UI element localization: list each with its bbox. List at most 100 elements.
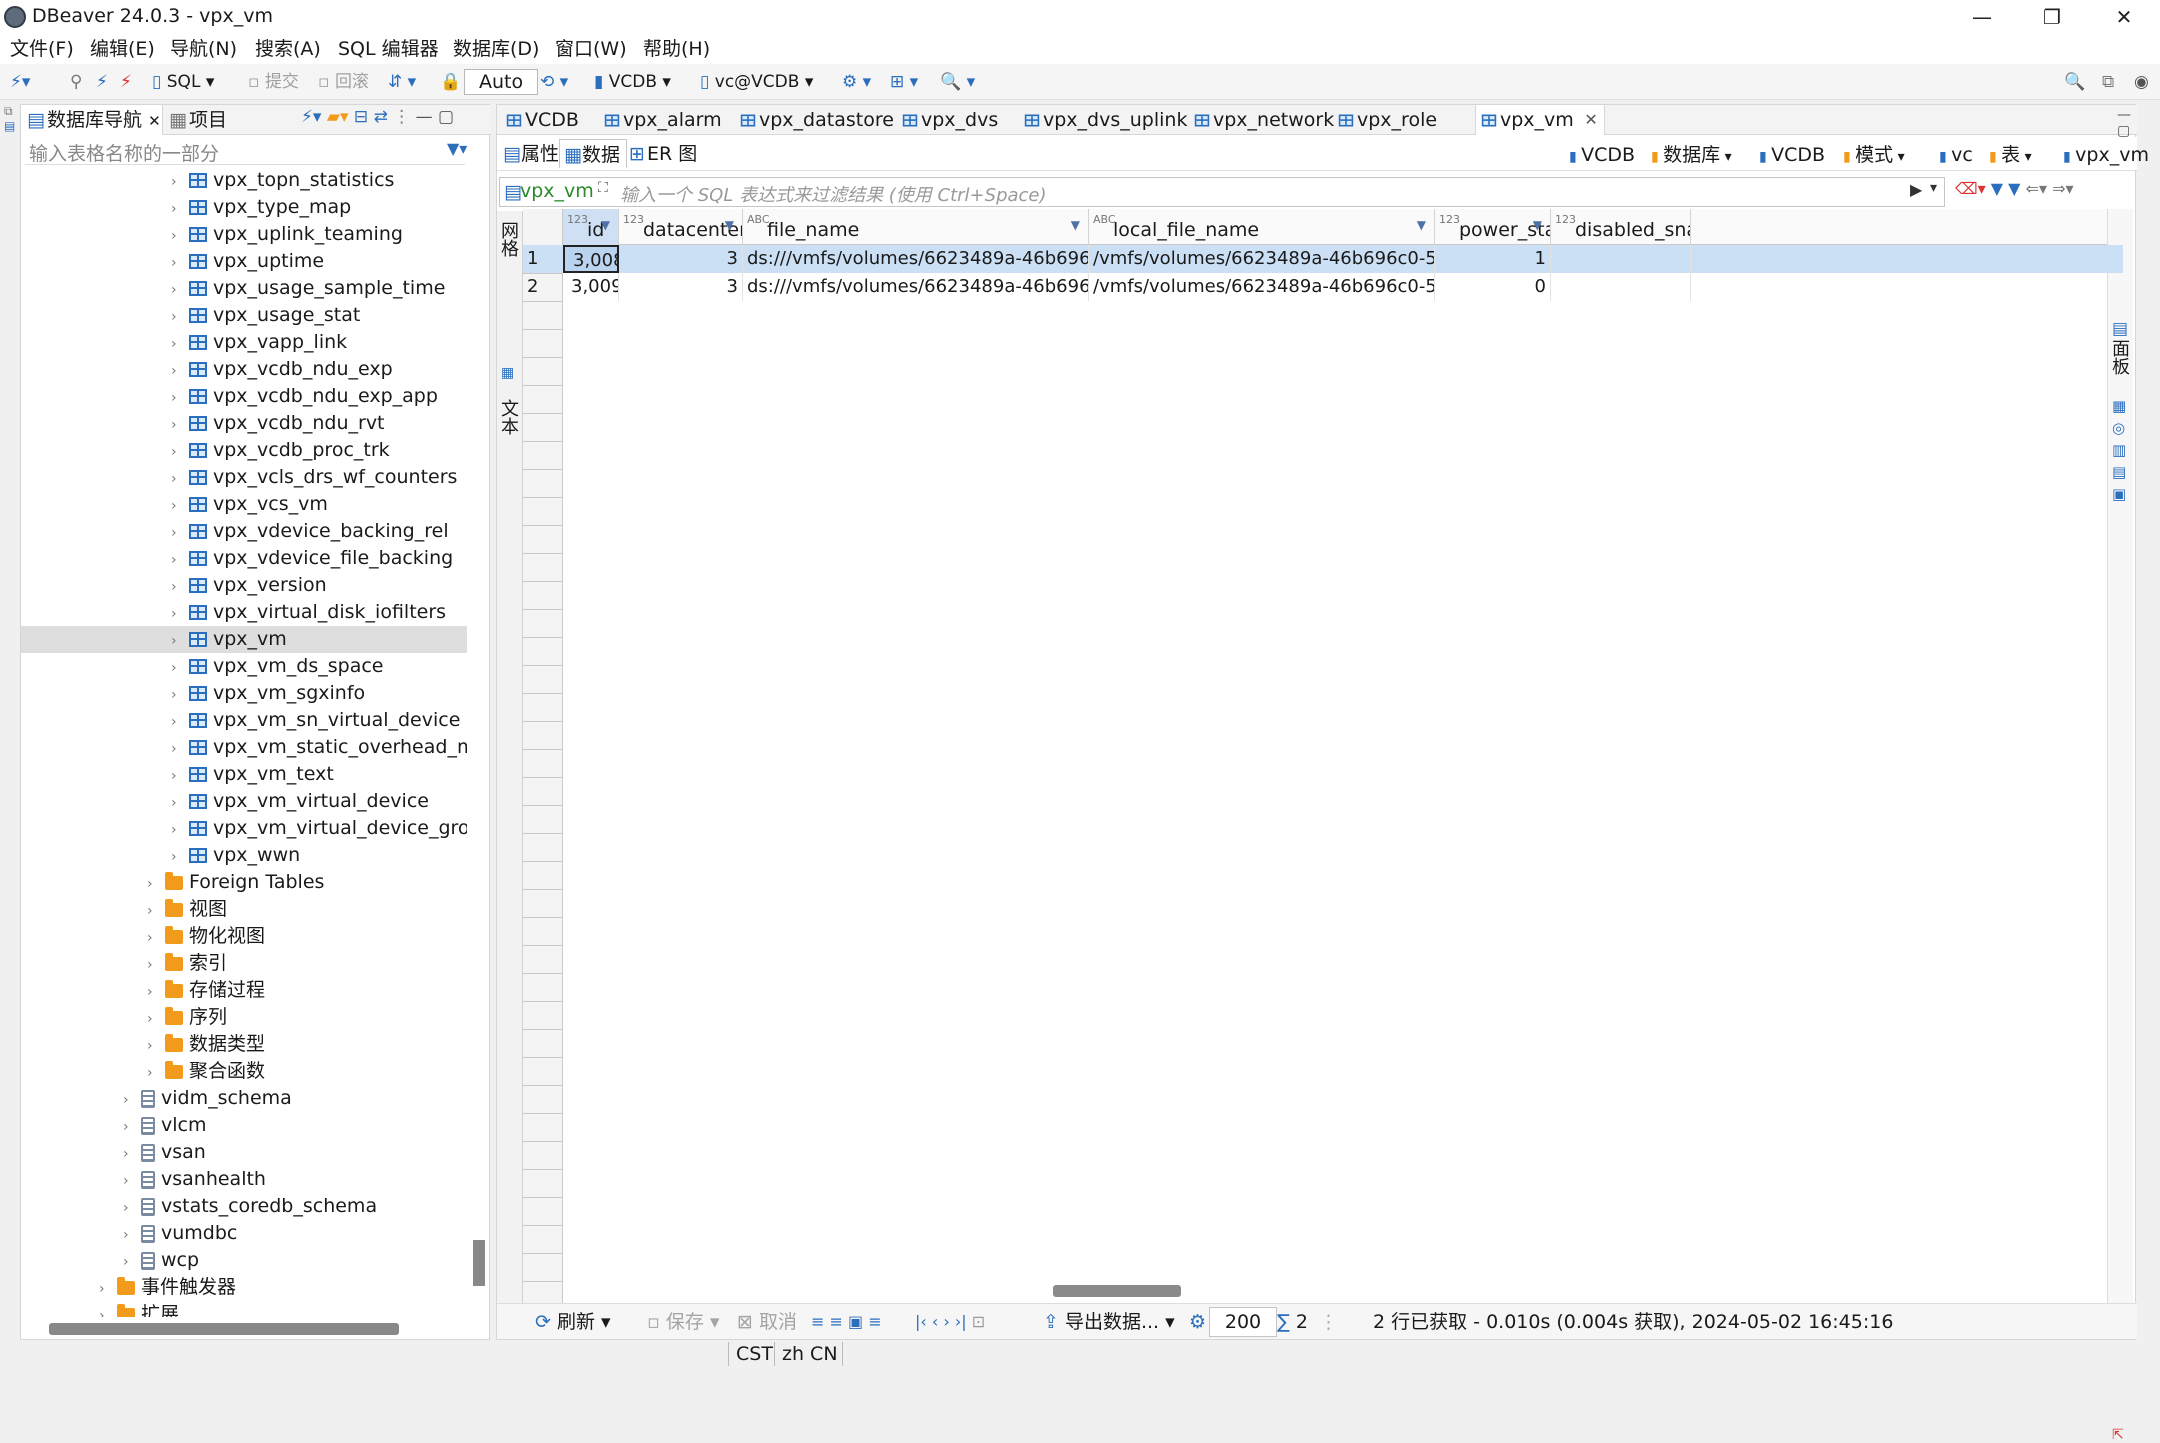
tab-projects[interactable]: ▦ 项目	[163, 105, 263, 135]
tree-schema-item[interactable]: › vsanhealth	[21, 1166, 467, 1193]
collapse-all-icon[interactable]: ⊟	[354, 107, 368, 127]
column-header[interactable]: ABC local_file_name ▼	[1089, 209, 1435, 245]
close-tab-icon[interactable]: ✕	[148, 112, 161, 130]
tree-table-item[interactable]: › vpx_vcls_drs_wf_counters	[21, 464, 467, 491]
tree-table-item[interactable]: › vpx_vcdb_proc_trk	[21, 437, 467, 464]
tree-schema-item[interactable]: › vidm_schema	[21, 1085, 467, 1112]
tree-folder-item[interactable]: › 物化视图	[21, 923, 467, 950]
table-cell-disabled-snapshot[interactable]	[1551, 245, 1691, 273]
subtab-er-diagram[interactable]: ⊞ ER 图	[625, 139, 703, 169]
expand-chevron-icon[interactable]: ›	[171, 277, 181, 304]
tree-table-item[interactable]: › vpx_vcdb_ndu_exp_app	[21, 383, 467, 410]
sort-filter-icon[interactable]: ▼	[1533, 209, 1542, 241]
new-folder-icon[interactable]: ▰▾	[327, 107, 349, 127]
tree-table-item[interactable]: › vpx_vdevice_backing_rel	[21, 518, 467, 545]
tree-table-item[interactable]: › vpx_vdevice_file_backing	[21, 545, 467, 572]
references-panel-icon[interactable]: ▥	[2112, 439, 2126, 461]
tree-schema-item[interactable]: › vlcm	[21, 1112, 467, 1139]
editor-tab[interactable]: VCDB	[501, 105, 579, 135]
menu-navigate[interactable]: 导航(N)	[170, 34, 237, 64]
tab-database-navigator[interactable]: ▤ 数据库导航 ✕	[21, 105, 163, 135]
close-button[interactable]: ✕	[2090, 0, 2158, 34]
maximize-button[interactable]: ❐	[2018, 0, 2086, 34]
tree-table-item[interactable]: › vpx_vm	[21, 626, 467, 653]
tree-folder-item[interactable]: › 视图	[21, 896, 467, 923]
tree-folder-item[interactable]: › 索引	[21, 950, 467, 977]
tree-folder-item[interactable]: › 聚合函数	[21, 1058, 467, 1085]
table-cell-file-name[interactable]: ds:///vmfs/volumes/6623489a-46b696c0-5a9…	[743, 245, 1089, 273]
navigator-mini-icon[interactable]: ▤	[0, 119, 20, 133]
tree-folder-item[interactable]: › 序列	[21, 1004, 467, 1031]
grouping-panel-icon[interactable]: ▣	[2112, 483, 2126, 505]
erase-filter-icon[interactable]: ⌫▾	[1955, 179, 1986, 198]
minimize-panel-icon[interactable]: —	[416, 107, 433, 127]
expand-chevron-icon[interactable]: ›	[123, 1222, 133, 1249]
tree-table-item[interactable]: › vpx_virtual_disk_iofilters	[21, 599, 467, 626]
commit-button[interactable]: ▫ 提交	[248, 70, 299, 94]
expand-chevron-icon[interactable]: ›	[171, 358, 181, 385]
tree-table-item[interactable]: › vpx_vcs_vm	[21, 491, 467, 518]
editor-tab[interactable]: vpx_dvs	[897, 105, 998, 135]
breadcrumb-item[interactable]: ▮ 模式 ▾	[1843, 141, 1905, 169]
column-header[interactable]: 123power_state▼	[1435, 209, 1551, 245]
expand-chevron-icon[interactable]: ›	[147, 925, 157, 952]
apply-filter-icon[interactable]: ▶	[1910, 180, 1922, 199]
forward-icon[interactable]: ⇒▾	[2052, 179, 2073, 198]
breadcrumb-dropdown-icon[interactable]: ▾	[1893, 149, 1905, 165]
tree-table-item[interactable]: › vpx_vcdb_ndu_exp	[21, 356, 467, 383]
expand-chevron-icon[interactable]: ›	[171, 493, 181, 520]
expand-chevron-icon[interactable]: ›	[171, 844, 181, 871]
expand-chevron-icon[interactable]: ›	[171, 763, 181, 790]
expand-chevron-icon[interactable]: ›	[147, 1006, 157, 1033]
column-header[interactable]: ABC file_name ▼	[743, 209, 1089, 245]
rollback-button[interactable]: ▫ 回滚	[318, 70, 369, 94]
tree-table-item[interactable]: › vpx_uplink_teaming	[21, 221, 467, 248]
expand-chevron-icon[interactable]: ›	[171, 304, 181, 331]
table-cell-id[interactable]: 3,008 ↗	[563, 245, 619, 273]
expand-chevron-icon[interactable]: ›	[171, 223, 181, 250]
row-number[interactable]: 1	[523, 245, 563, 273]
sort-filter-icon[interactable]: ▼	[725, 209, 734, 241]
new-connection-icon[interactable]: ⚡▾	[301, 107, 321, 127]
table-cell-datacenter-id[interactable]: 3	[619, 245, 743, 273]
menu-help[interactable]: 帮助(H)	[643, 34, 710, 64]
back-icon[interactable]: ⇐▾	[2026, 179, 2047, 198]
refresh-button[interactable]: ⟳ 刷新 ▾	[535, 1310, 611, 1334]
menu-window[interactable]: 窗口(W)	[555, 34, 627, 64]
datasource-selector[interactable]: ▮ VCDB ▾	[594, 70, 671, 94]
expand-chevron-icon[interactable]: ›	[123, 1168, 133, 1195]
tree-table-item[interactable]: › vpx_vm_text	[21, 761, 467, 788]
maximize-panel-icon[interactable]: ▢	[438, 107, 454, 127]
expand-chevron-icon[interactable]: ›	[171, 709, 181, 736]
expand-chevron-icon[interactable]: ›	[147, 871, 157, 898]
tree-folder-item[interactable]: › 存储过程	[21, 977, 467, 1004]
breadcrumb-item[interactable]: ▮ 数据库 ▾	[1651, 141, 1732, 169]
expand-chevron-icon[interactable]: ›	[147, 1033, 157, 1060]
expand-chevron-icon[interactable]: ›	[123, 1087, 133, 1114]
menu-search[interactable]: 搜索(A)	[255, 34, 321, 64]
panel-info-icon[interactable]: ▤	[2112, 319, 2128, 339]
schema-selector[interactable]: ▯ vc@VCDB ▾	[700, 70, 813, 94]
expand-chevron-icon[interactable]: ›	[147, 952, 157, 979]
tree-folder-item[interactable]: › 数据类型	[21, 1031, 467, 1058]
disconnect-icon[interactable]: ⚡	[120, 70, 132, 94]
tree-schema-item[interactable]: › vsan	[21, 1139, 467, 1166]
subtab-properties[interactable]: ▤ 属性	[499, 139, 565, 169]
table-cell-disabled-snapshot[interactable]	[1551, 273, 1691, 301]
menu-file[interactable]: 文件(F)	[10, 34, 74, 64]
table-row[interactable]: 3,008 ↗ 3 ds:///vmfs/volumes/6623489a-46b6…	[563, 245, 2123, 273]
column-header[interactable]: 123 id ▼	[563, 209, 619, 245]
value-panel-icon[interactable]: ▦	[2112, 395, 2126, 417]
expand-chevron-icon[interactable]: ›	[99, 1276, 109, 1303]
tree-schema-item[interactable]: › wcp	[21, 1247, 467, 1274]
tree-folder-item[interactable]: › 扩展	[21, 1301, 467, 1317]
expand-chevron-icon[interactable]: ›	[171, 196, 181, 223]
tools-icon[interactable]: ⚙ ▾	[842, 70, 871, 94]
filter-icon[interactable]: ▼▾	[447, 139, 467, 158]
expand-chevron-icon[interactable]: ›	[171, 250, 181, 277]
editor-tab[interactable]: vpx_vm ✕	[1475, 105, 1605, 135]
menu-database[interactable]: 数据库(D)	[453, 34, 539, 64]
save-button[interactable]: ▫ 保存 ▾	[647, 1310, 720, 1334]
expand-chevron-icon[interactable]: ›	[171, 601, 181, 628]
breadcrumb-dropdown-icon[interactable]: ▾	[1720, 149, 1732, 165]
